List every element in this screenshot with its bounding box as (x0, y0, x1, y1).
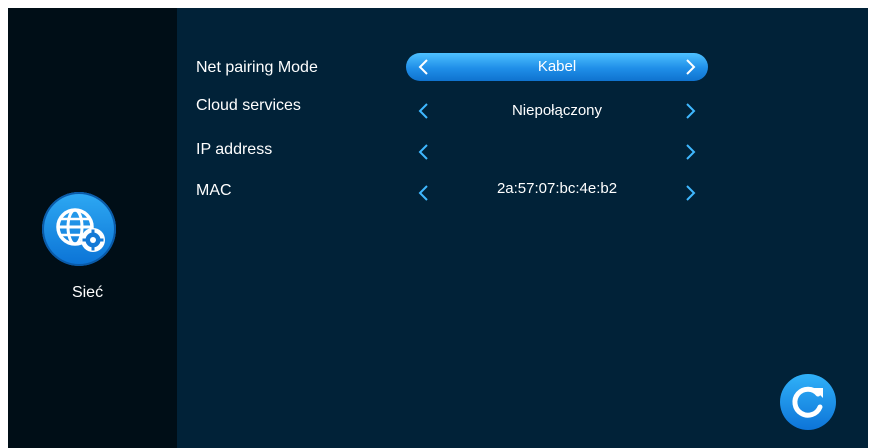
chevron-left-icon[interactable] (414, 142, 434, 162)
chevron-right-icon[interactable] (680, 183, 700, 203)
selector-value (446, 138, 668, 166)
globe-gear-icon (56, 208, 105, 252)
cloud-services-selector[interactable]: Niepołączony (406, 97, 708, 125)
net-pairing-mode-selector[interactable]: Kabel (406, 53, 708, 81)
chevron-left-icon[interactable] (414, 183, 434, 203)
selector-value: Kabel (537, 58, 577, 75)
network-button[interactable] (42, 192, 116, 266)
setting-label-mac: MAC (196, 182, 232, 199)
ip-address-selector[interactable] (406, 138, 708, 166)
chevron-right-icon[interactable] (680, 57, 700, 77)
chevron-left-icon[interactable] (414, 57, 434, 77)
chevron-right-icon[interactable] (680, 101, 700, 121)
setting-label-net-pairing-mode: Net pairing Mode (196, 59, 318, 76)
refresh-button[interactable] (780, 374, 836, 430)
setting-label-ip-address: IP address (196, 141, 273, 158)
selector-value: 2a:57:07:bc:4e:b2 (496, 180, 618, 197)
sidebar-label: Sieć (71, 284, 104, 301)
selector-value: Niepołączony (511, 102, 603, 119)
mac-selector[interactable]: 2a:57:07:bc:4e:b2 (406, 175, 708, 203)
chevron-left-icon[interactable] (414, 101, 434, 121)
setting-label-cloud-services: Cloud services (196, 97, 301, 114)
refresh-icon (792, 386, 823, 418)
sidebar: Sieć (8, 8, 177, 448)
chevron-right-icon[interactable] (680, 142, 700, 162)
screen: Sieć Net pairing Mode Kabel Cloud servic… (8, 8, 868, 448)
